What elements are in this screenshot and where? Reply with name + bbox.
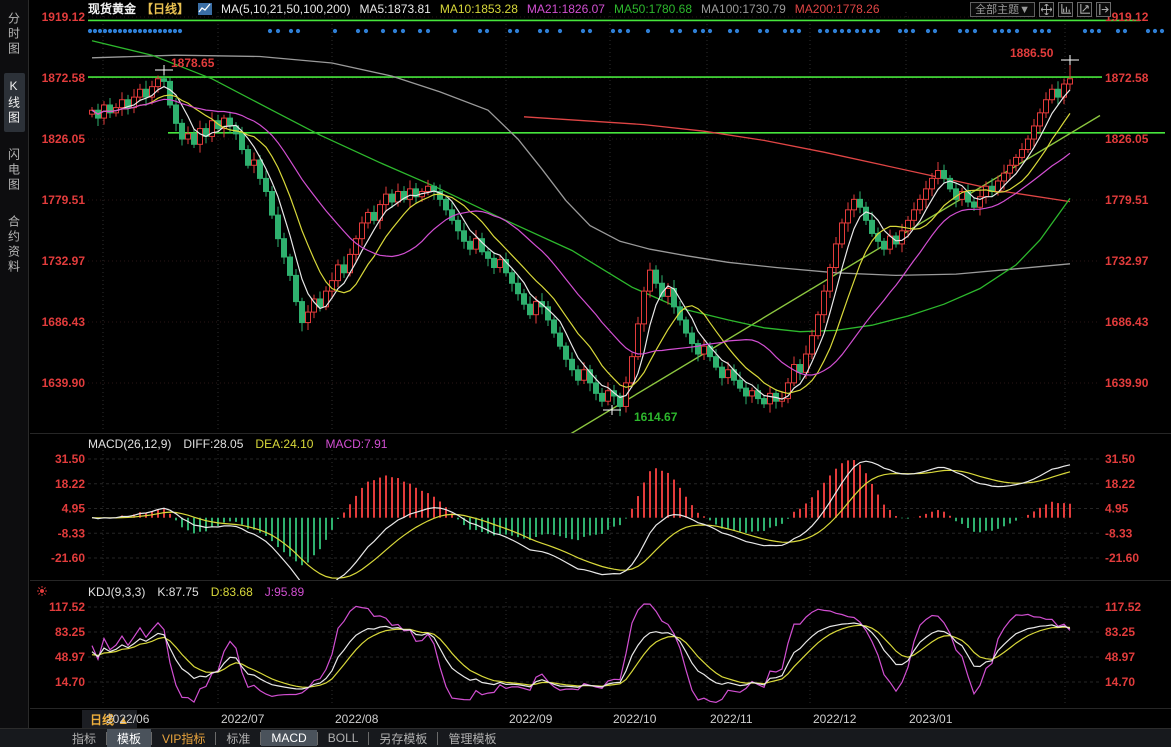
svg-text:1872.58: 1872.58 — [1105, 71, 1149, 85]
axis-scale-icon[interactable] — [1077, 2, 1092, 17]
svg-text:-21.60: -21.60 — [1105, 551, 1139, 565]
bottom-toolbar: 指标 模板 VIP指标 标准 MACD BOLL 另存模板 管理模板 — [0, 728, 1171, 747]
sidebar-item-kline-chart[interactable]: K线图 — [4, 73, 25, 132]
chart-toolbar: 全部主题▼ — [970, 2, 1111, 17]
macd-legend: MACD(26,12,9) DIFF:28.05 DEA:24.10 MACD:… — [88, 437, 387, 451]
macd-title: MACD(26,12,9) — [88, 437, 171, 451]
svg-text:-8.33: -8.33 — [1105, 526, 1133, 540]
svg-text:18.22: 18.22 — [55, 477, 85, 491]
pan-icon[interactable] — [1039, 2, 1054, 17]
tab-vip-indicators[interactable]: VIP指标 — [152, 729, 215, 747]
x-axis-label: 2022/11 — [710, 712, 753, 726]
svg-text:1872.58: 1872.58 — [42, 71, 86, 85]
svg-text:31.50: 31.50 — [1105, 452, 1135, 466]
kdj-title: KDJ(9,3,3) — [88, 585, 145, 599]
theme-dropdown[interactable]: 全部主题▼ — [970, 2, 1035, 17]
x-axis-row: 日线 ▲ 2022/06 2022/07 2022/08 2022/09 202… — [30, 708, 1171, 727]
svg-text:48.97: 48.97 — [1105, 650, 1135, 664]
tab-indicators[interactable]: 指标 — [62, 729, 106, 747]
svg-text:1878.65: 1878.65 — [171, 56, 215, 70]
x-axis-label: 2022/10 — [613, 712, 656, 726]
panel-separator — [30, 433, 1171, 434]
event-dots — [88, 29, 1164, 33]
svg-text:1639.90: 1639.90 — [42, 376, 86, 390]
svg-text:-8.33: -8.33 — [58, 526, 86, 540]
svg-text:83.25: 83.25 — [1105, 625, 1135, 639]
ma10-line — [92, 95, 1070, 393]
svg-text:117.52: 117.52 — [1105, 600, 1141, 614]
chart-header-legend: 现货黄金 【日线】 MA(5,10,21,50,100,200) MA5:187… — [88, 1, 880, 16]
svg-text:1919.12: 1919.12 — [42, 10, 86, 24]
svg-text:18.22: 18.22 — [1105, 477, 1135, 491]
svg-text:83.25: 83.25 — [55, 625, 85, 639]
x-axis-label: 2022/06 — [106, 712, 149, 726]
svg-text:48.97: 48.97 — [55, 650, 85, 664]
svg-text:1779.51: 1779.51 — [42, 193, 86, 207]
gridlines — [88, 12, 1100, 705]
svg-text:117.52: 117.52 — [49, 600, 85, 614]
kdj-legend: KDJ(9,3,3) K:87.75 D:83.68 J:95.89 — [88, 585, 304, 599]
pane-right-icon[interactable] — [1096, 2, 1111, 17]
svg-text:1886.50: 1886.50 — [1010, 46, 1054, 60]
sidebar-item-timeshare-chart[interactable]: 分时图 — [4, 6, 25, 63]
tab-standard[interactable]: 标准 — [216, 729, 260, 747]
kdj-settings-icon[interactable] — [37, 586, 47, 596]
sidebar: 分时图 K线图 闪电图 合约资料 — [0, 0, 29, 728]
period-tag: 【日线】 — [141, 0, 189, 17]
macd-panel — [92, 460, 1070, 589]
x-axis-label: 2022/12 — [813, 712, 856, 726]
svg-text:1686.43: 1686.43 — [1105, 315, 1149, 329]
svg-text:1614.67: 1614.67 — [634, 410, 678, 424]
svg-text:14.70: 14.70 — [55, 675, 85, 689]
macd-dea-value: DEA:24.10 — [255, 437, 313, 451]
chart-canvas[interactable]: 1878.65 1886.50 1614.67 1919.12 1919.12 1872.… — [0, 0, 1171, 747]
svg-text:31.50: 31.50 — [55, 452, 85, 466]
svg-text:1826.05: 1826.05 — [1105, 132, 1149, 146]
ma200-value: MA200:1778.26 — [795, 2, 880, 16]
tab-templates[interactable]: 模板 — [107, 729, 151, 747]
axis-fit-icon[interactable] — [1058, 2, 1073, 17]
kdj-panel — [92, 604, 1070, 702]
price-annotations: 1878.65 1886.50 1614.67 — [155, 46, 1079, 424]
ma-params-label: MA(5,10,21,50,100,200) — [221, 2, 350, 16]
tab-save-template[interactable]: 另存模板 — [369, 729, 437, 747]
svg-text:1919.12: 1919.12 — [1105, 10, 1149, 24]
svg-text:1686.43: 1686.43 — [42, 315, 86, 329]
ma5-value: MA5:1873.81 — [359, 2, 430, 16]
svg-text:1826.05: 1826.05 — [42, 132, 86, 146]
kdj-k-value: K:87.75 — [157, 585, 198, 599]
svg-text:14.70: 14.70 — [1105, 675, 1135, 689]
ma21-value: MA21:1826.07 — [527, 2, 605, 16]
tab-boll[interactable]: BOLL — [318, 730, 369, 746]
svg-text:4.95: 4.95 — [62, 502, 86, 516]
symbol-name: 现货黄金 — [88, 0, 136, 17]
sidebar-item-lightning-chart[interactable]: 闪电图 — [4, 142, 25, 199]
ma50-value: MA50:1780.68 — [614, 2, 692, 16]
panel-separator — [30, 580, 1171, 581]
tab-manage-template[interactable]: 管理模板 — [438, 729, 506, 747]
x-axis-label: 2022/07 — [221, 712, 264, 726]
svg-text:4.95: 4.95 — [1105, 502, 1129, 516]
x-axis-label: 2022/08 — [335, 712, 378, 726]
trading-app-window: 1878.65 1886.50 1614.67 1919.12 1919.12 1872.… — [0, 0, 1171, 747]
svg-text:1779.51: 1779.51 — [1105, 193, 1149, 207]
svg-text:-21.60: -21.60 — [51, 551, 85, 565]
svg-text:1732.97: 1732.97 — [42, 254, 86, 268]
svg-text:1639.90: 1639.90 — [1105, 376, 1149, 390]
kdj-j-value: J:95.89 — [265, 585, 304, 599]
ma21-line — [92, 99, 1070, 375]
ma10-value: MA10:1853.28 — [440, 2, 518, 16]
candlestick-chart-icon[interactable] — [198, 3, 212, 15]
macd-diff-value: DIFF:28.05 — [183, 437, 243, 451]
macd-value: MACD:7.91 — [325, 437, 387, 451]
price-panel — [88, 20, 1165, 436]
kdj-d-value: D:83.68 — [211, 585, 253, 599]
ma100-value: MA100:1730.79 — [701, 2, 786, 16]
tab-macd[interactable]: MACD — [261, 730, 316, 746]
svg-text:1732.97: 1732.97 — [1105, 254, 1149, 268]
sidebar-item-contract-info[interactable]: 合约资料 — [4, 209, 25, 281]
x-axis-label: 2023/01 — [909, 712, 952, 726]
x-axis-label: 2022/09 — [509, 712, 552, 726]
